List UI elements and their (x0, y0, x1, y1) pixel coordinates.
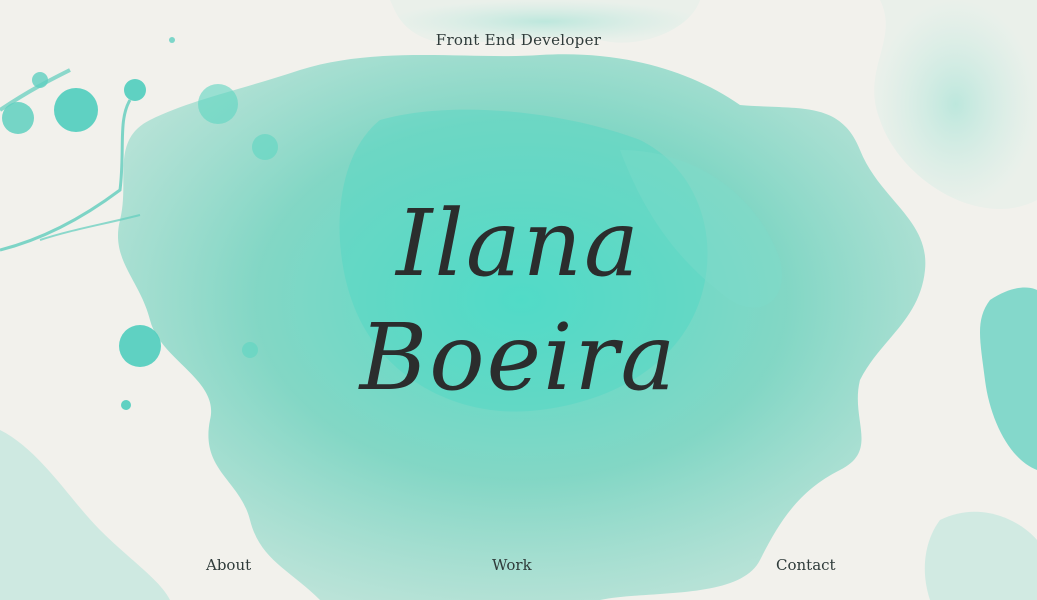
nav-link-work[interactable]: Work (492, 556, 532, 574)
hero-last-name: Boeira (359, 304, 678, 411)
watercolor-background (0, 0, 1037, 600)
nav-link-about[interactable]: About (206, 556, 251, 574)
hero-first-name: Ilana (396, 190, 641, 297)
page-subtitle: Front End Developer (435, 31, 602, 49)
nav-link-contact[interactable]: Contact (776, 556, 836, 574)
landing-page: Front End Developer Ilana Boeira About W… (0, 0, 1037, 600)
